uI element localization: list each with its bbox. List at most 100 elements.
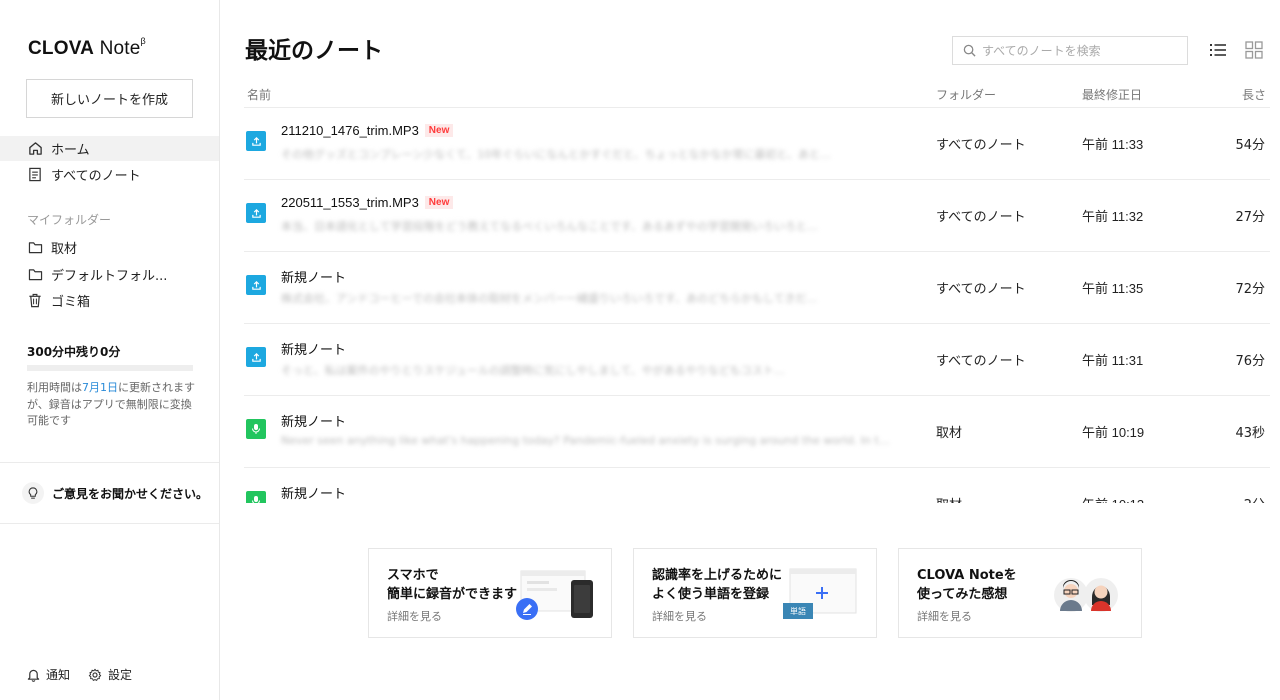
usage-description: 利用時間は7月1日に更新されますが、録音はアプリで無制限に変換可能です <box>27 381 195 427</box>
note-name[interactable]: 220511_1553_trim.MP3 New <box>281 195 454 210</box>
column-header-folder[interactable]: フォルダー <box>936 86 996 103</box>
table-row[interactable]: 新規ノート株式会社、アンドコーヒーでの会社本体の取材をメンバー一緒盛りいろいろで… <box>244 251 1270 323</box>
vocabulary-chip: 単語 <box>783 603 813 619</box>
note-preview: その他グッズとコンプレーン少なくて、10年ぐらいになんとかすぐだと、ちょっとなか… <box>281 148 832 161</box>
folder-icon <box>27 267 43 283</box>
promo-card-title: CLOVA Noteを 使ってみた感想 <box>917 568 1017 602</box>
search-placeholder: すべてのノートを検索 <box>982 44 1101 58</box>
notifications-link[interactable]: 通知 <box>27 666 70 683</box>
note-folder: すべてのノート <box>936 354 1026 369</box>
sidebar-item-label: デフォルトフォル... <box>51 269 168 284</box>
note-folder: 取材 <box>936 426 963 441</box>
grid-view-icon <box>1245 41 1263 59</box>
sidebar-item-label: すべてのノート <box>51 169 141 184</box>
table-row[interactable]: 211210_1476_trim.MP3 New その他グッズとコンプレーン少なくて… <box>244 107 1270 179</box>
usage-renewal-date-link[interactable]: 7月1日 <box>82 381 118 394</box>
column-header-length[interactable]: 長さ <box>1242 86 1266 103</box>
divider <box>0 462 219 463</box>
upload-icon <box>246 203 266 223</box>
note-modified-date: 午前 10:19 <box>1082 425 1145 440</box>
microphone-icon <box>246 419 266 439</box>
promo-card-details-link[interactable]: 詳細を見る <box>387 608 442 624</box>
bell-icon <box>27 669 40 682</box>
folder-icon <box>27 240 43 256</box>
note-modified-date: 午前 11:35 <box>1082 281 1144 296</box>
page-title: 最近のノート <box>245 38 383 64</box>
notes-list: 211210_1476_trim.MP3 New その他グッズとコンプレーン少なくて… <box>244 106 1280 503</box>
divider <box>0 523 219 524</box>
promo-card-title: 認識率を上げるために よく使う単語を登録 <box>652 568 783 602</box>
search-icon <box>963 44 976 57</box>
note-preview: 本当、日本語化として学習段階をどう教えてなるべくいろんなことです、あるあずやの学… <box>281 220 818 233</box>
sidebar-item-home[interactable]: ホーム <box>0 136 219 161</box>
column-header-modified[interactable]: 最終修正日 <box>1082 86 1142 103</box>
usage-title: 300分中残り0分 <box>27 345 121 359</box>
gear-icon <box>88 668 102 681</box>
new-badge: New <box>424 196 454 209</box>
sidebar-item-folder-interview[interactable]: 取材 <box>0 235 219 260</box>
new-note-button[interactable]: 新しいノートを作成 <box>26 79 193 118</box>
note-length: 72分 <box>1235 282 1265 297</box>
promo-card-custom-vocabulary[interactable]: 認識率を上げるために よく使う単語を登録 詳細を見る 単語 <box>633 548 877 638</box>
sidebar-item-label: ホーム <box>51 143 90 158</box>
trash-icon <box>27 293 43 309</box>
note-name[interactable]: 新規ノート <box>281 267 346 286</box>
upload-icon <box>246 347 266 367</box>
promo-card-details-link[interactable]: 詳細を見る <box>917 608 972 624</box>
note-name-text: 新規ノート <box>281 414 347 429</box>
sidebar-item-label: 取材 <box>51 242 78 257</box>
table-row[interactable]: 新規ノートそっと、私は案件のやりとりスケジュールの調整時に気にしやしまして、やが… <box>244 323 1270 395</box>
promo-card-user-reviews[interactable]: CLOVA Noteを 使ってみた感想 詳細を見る <box>898 548 1142 638</box>
column-header-name[interactable]: 名前 <box>247 86 271 103</box>
lightbulb-icon <box>22 482 44 504</box>
list-view-icon <box>1210 44 1226 56</box>
note-modified-date: 午前 11:33 <box>1082 137 1144 152</box>
note-name-text: 220511_1553_trim.MP3 <box>281 195 419 210</box>
promo-card-title: スマホで 簡単に録音ができます <box>387 568 518 602</box>
sidebar: CLOVA Noteβ 新しいノートを作成 ホーム すべてのノート マイフォルダ… <box>0 0 220 700</box>
usage-progress-bar <box>27 365 193 371</box>
phone-recording-illustration <box>516 570 593 620</box>
note-name[interactable]: 新規ノート <box>281 483 346 502</box>
feedback-link[interactable]: ご意見をお聞かせください。 <box>22 482 208 504</box>
table-row[interactable]: 220511_1553_trim.MP3 New 本当、日本語化として学習段階をどう… <box>244 179 1270 251</box>
promo-card-mobile-recording[interactable]: スマホで 簡単に録音ができます 詳細を見る <box>368 548 612 638</box>
user-avatars-illustration <box>1054 578 1118 612</box>
note-name[interactable]: 新規ノート <box>281 411 346 430</box>
note-length: 43秒 <box>1235 426 1265 441</box>
note-length: 76分 <box>1235 354 1265 369</box>
note-folder: すべてのノート <box>936 138 1026 153</box>
note-folder: 取材 <box>936 494 962 503</box>
sidebar-item-trash[interactable]: ゴミ箱 <box>0 288 219 313</box>
settings-link[interactable]: 設定 <box>88 666 132 683</box>
note-length: 2分 <box>1244 494 1265 503</box>
list-view-button[interactable] <box>1208 40 1228 64</box>
promo-card-details-link[interactable]: 詳細を見る <box>652 608 707 624</box>
note-name-text: 新規ノート <box>281 486 347 501</box>
my-folders-label: マイフォルダー <box>27 213 112 227</box>
note-name-text: 新規ノート <box>281 342 347 357</box>
table-row[interactable]: 新規ノート Never seen anything like what's hap… <box>244 395 1270 467</box>
note-name[interactable]: 新規ノート <box>281 339 346 358</box>
note-name-text: 211210_1476_trim.MP3 <box>281 123 419 138</box>
note-length: 27分 <box>1235 210 1265 225</box>
sidebar-item-label: ゴミ箱 <box>51 295 91 310</box>
new-badge: New <box>424 124 454 137</box>
upload-icon <box>246 131 266 151</box>
clova-note-logo[interactable]: CLOVA Noteβ <box>28 36 146 60</box>
note-preview: 株式会社、アンドコーヒーでの会社本体の取材をメンバー一緒盛りいろいろです、あのど… <box>281 292 818 305</box>
note-preview: そっと、私は案件のやりとりスケジュールの調整時に気にしやしまして、やがあるやりな… <box>281 364 785 377</box>
note-folder: すべてのノート <box>936 210 1026 225</box>
sidebar-item-all-notes[interactable]: すべてのノート <box>0 162 219 187</box>
feedback-label: ご意見をお聞かせください。 <box>52 486 209 501</box>
table-row[interactable]: 新規ノート取材 午前 10:13 2分 <box>244 467 1270 503</box>
note-name[interactable]: 211210_1476_trim.MP3 New <box>281 123 454 138</box>
microphone-icon <box>246 491 266 503</box>
note-folder: すべてのノート <box>936 282 1026 297</box>
note-preview: Never seen anything like what's happenin… <box>281 434 890 447</box>
note-length: 54分 <box>1235 138 1265 153</box>
grid-view-button[interactable] <box>1244 40 1264 64</box>
search-input[interactable]: すべてのノートを検索 <box>952 36 1188 65</box>
sidebar-item-folder-default[interactable]: デフォルトフォル... <box>0 262 219 287</box>
sidebar-footer: 通知 設定 <box>27 666 150 683</box>
